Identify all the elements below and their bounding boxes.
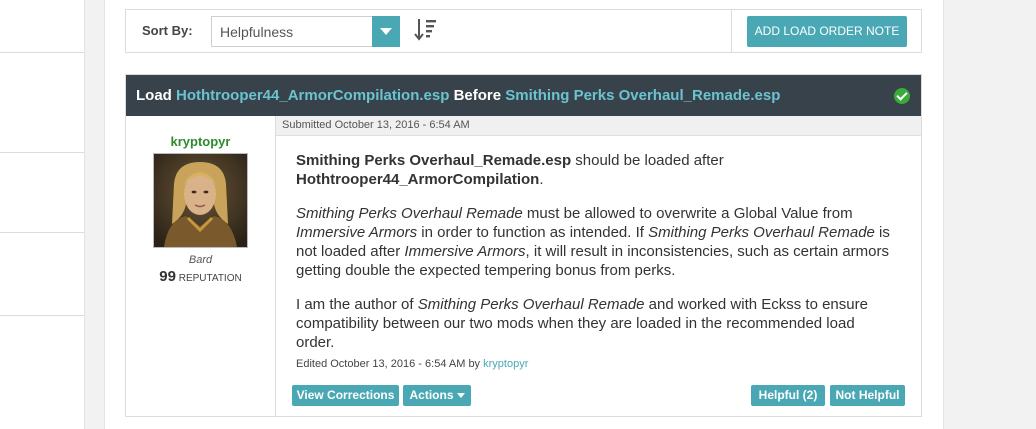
text-span: in order to function as intended. If: [417, 224, 649, 241]
actions-label: Actions: [409, 388, 454, 402]
user-reputation: 99 REPUTATION: [126, 268, 275, 285]
sort-toolbar: Sort By: Helpfulness ADD LOAD ORDER NOTE: [125, 9, 922, 53]
username-link[interactable]: kryptopyr: [126, 134, 275, 149]
second-mod-link[interactable]: Smithing Perks Overhaul_Remade.esp: [505, 87, 780, 104]
view-corrections-button[interactable]: View Corrections: [292, 385, 399, 406]
edited-info: Edited October 13, 2016 - 6:54 AM by kry…: [296, 358, 528, 370]
load-word: Load: [136, 87, 172, 104]
reputation-count: 99: [159, 268, 176, 285]
text-span: .: [539, 171, 544, 188]
submitted-bar: Submitted October 13, 2016 - 6:54 AM: [276, 116, 921, 136]
note-title: Load Hothtrooper44_ArmorCompilation.esp …: [136, 87, 780, 104]
mod-name: Smithing Perks Overhaul Remade: [648, 224, 875, 241]
sidebar-divider: [0, 315, 84, 316]
note-paragraph: Smithing Perks Overhaul_Remade.esp shoul…: [296, 151, 896, 189]
sort-select-value: Helpfulness: [220, 24, 294, 40]
mod-name: Smithing Perks Overhaul_Remade.esp: [296, 152, 572, 169]
note-paragraph: Smithing Perks Overhaul Remade must be a…: [296, 204, 896, 280]
add-load-order-note-button[interactable]: ADD LOAD ORDER NOTE: [747, 16, 907, 47]
caret-down-icon: [456, 393, 465, 399]
main-column: Sort By: Helpfulness ADD LOAD ORDER NOTE…: [104, 0, 944, 429]
chevron-down-icon[interactable]: [372, 16, 400, 47]
note-header: Load Hothtrooper44_ArmorCompilation.esp …: [126, 75, 921, 116]
sort-select[interactable]: Helpfulness: [211, 16, 400, 47]
mod-name: Smithing Perks Overhaul Remade: [417, 296, 645, 313]
mod-name: Immersive Armors: [404, 243, 526, 260]
mod-name: Immersive Armors: [296, 224, 418, 241]
sidebar-divider: [0, 232, 84, 233]
text-span: must be allowed to overwrite a Global Va…: [522, 205, 853, 222]
avatar[interactable]: [153, 153, 248, 248]
note-content: Submitted October 13, 2016 - 6:54 AM Smi…: [276, 116, 921, 416]
reputation-label: REPUTATION: [178, 273, 242, 284]
submitted-date: Submitted October 13, 2016 - 6:54 AM: [282, 119, 470, 131]
check-circle-icon: [894, 88, 910, 104]
sidebar-divider: [0, 152, 84, 153]
edited-text: Edited October 13, 2016 - 6:54 AM by: [296, 358, 484, 370]
load-order-note-card: Load Hothtrooper44_ArmorCompilation.esp …: [125, 74, 922, 417]
not-helpful-button[interactable]: Not Helpful: [830, 385, 905, 406]
user-rank: Bard: [188, 254, 213, 266]
avatar-portrait-icon: [154, 154, 247, 247]
text-span: should be loaded after: [571, 152, 724, 169]
sidebar-divider: [0, 52, 84, 53]
toolbar-divider: [731, 10, 732, 52]
text-span: I am the author of: [296, 296, 418, 313]
mod-name: Hothtrooper44_ArmorCompilation: [296, 171, 540, 188]
editor-link[interactable]: kryptopyr: [483, 358, 528, 370]
before-word: Before: [453, 87, 502, 104]
mod-name: Smithing Perks Overhaul Remade: [296, 205, 523, 222]
left-sidebar: [0, 0, 85, 429]
sort-direction-icon[interactable]: [414, 17, 438, 43]
helpful-button[interactable]: Helpful (2): [751, 385, 825, 406]
note-paragraph: I am the author of Smithing Perks Overha…: [296, 295, 896, 352]
note-body: Smithing Perks Overhaul_Remade.esp shoul…: [296, 151, 896, 367]
sort-by-label: Sort By:: [142, 23, 193, 38]
actions-button[interactable]: Actions: [403, 385, 471, 406]
first-mod-link[interactable]: Hothtrooper44_ArmorCompilation.esp: [176, 87, 449, 104]
user-info: kryptopyr Bard 99 REPUTATION: [126, 116, 276, 416]
